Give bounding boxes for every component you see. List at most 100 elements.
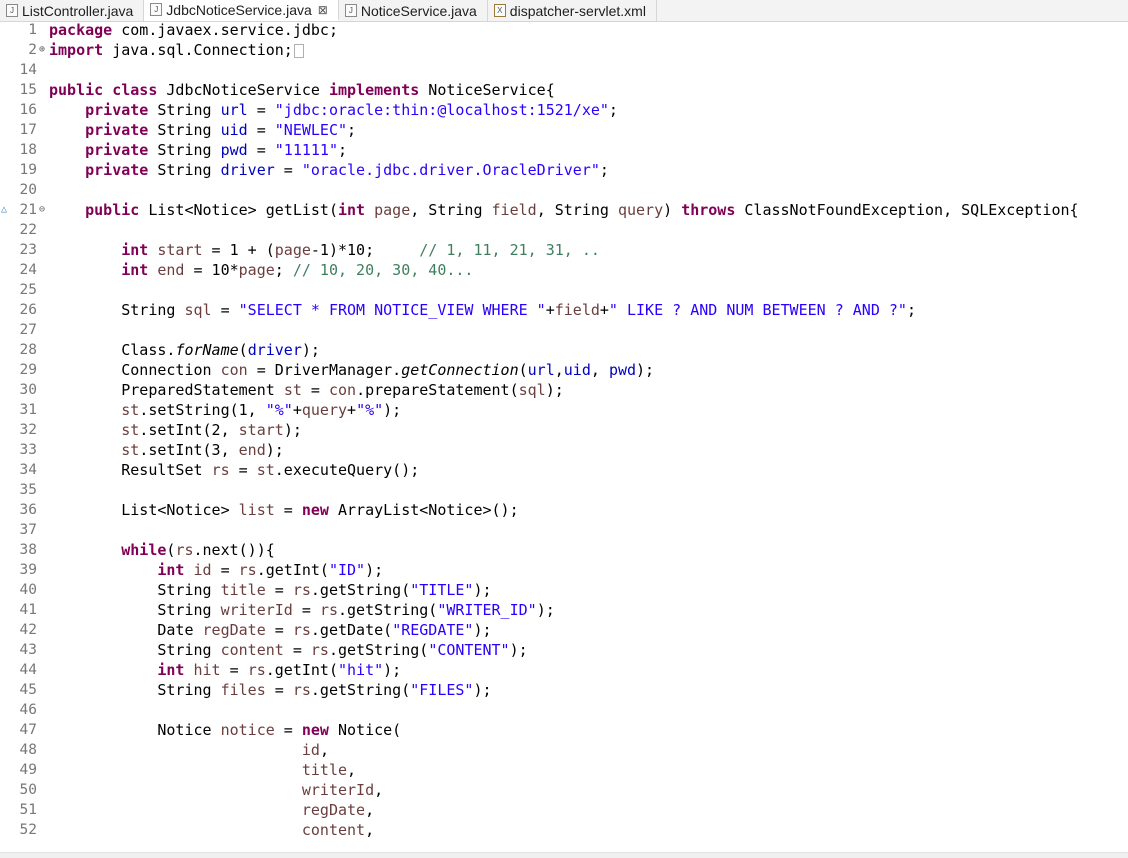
line-number: 32 [19, 422, 37, 438]
keyword-token: int [157, 561, 185, 579]
code-line[interactable]: 49 title, [0, 760, 1128, 780]
horizontal-scrollbar[interactable] [0, 852, 1128, 858]
code-editor[interactable]: 1 package com.javaex.service.jdbc; 2 ⊕ impor… [0, 22, 1128, 852]
code-line[interactable]: 15 public class JdbcNoticeService impleme… [0, 80, 1128, 100]
field-token: driver [220, 161, 275, 179]
code-line[interactable]: 36 List<Notice> list = new ArrayList<Not… [0, 500, 1128, 520]
code-line[interactable]: 21 △ ⊖ public List<Notice> getList(int pag… [0, 200, 1128, 220]
folded-code-indicator[interactable] [293, 43, 304, 58]
code-text: int end = 10*page; // 10, 20, 30, 40... [49, 260, 473, 280]
code-line[interactable]: 50 writerId, [0, 780, 1128, 800]
code-token: , [365, 821, 375, 839]
string-token: "CONTENT" [428, 641, 510, 659]
code-token: Date [49, 621, 203, 639]
keyword-token: package [49, 22, 113, 39]
code-token: .getDate( [310, 621, 393, 639]
keyword-token: implements [328, 81, 420, 99]
code-token: ); [473, 681, 492, 699]
code-line[interactable]: 31 st.setString(1, "%"+query+"%"); [0, 400, 1128, 420]
code-line[interactable]: 19 private String driver = "oracle.jdbc.… [0, 160, 1128, 180]
expand-fold-icon[interactable]: ⊕ [37, 40, 47, 60]
code-token: ); [509, 641, 528, 659]
variable-token: field [491, 201, 537, 219]
code-line[interactable]: 25 [0, 280, 1128, 300]
code-line[interactable]: 14 [0, 60, 1128, 80]
code-line[interactable]: 33 st.setInt(3, end); [0, 440, 1128, 460]
code-line[interactable]: 39 int id = rs.getInt("ID"); [0, 560, 1128, 580]
code-token: , String [410, 201, 492, 219]
code-line[interactable]: 45 String files = rs.getString("FILES"); [0, 680, 1128, 700]
keyword-token: new [301, 501, 329, 519]
code-token: Notice [49, 721, 221, 739]
tab-jdbc-notice-service[interactable]: J JdbcNoticeService.java ⊠ [144, 0, 339, 21]
line-number: 17 [19, 122, 37, 138]
code-line[interactable]: 16 private String url = "jdbc:oracle:thi… [0, 100, 1128, 120]
string-token: "ID" [328, 561, 366, 579]
code-token: .next()){ [193, 541, 275, 559]
line-number: 47 [19, 722, 37, 738]
code-line[interactable]: 48 id, [0, 740, 1128, 760]
variable-token: regDate [202, 621, 266, 639]
variable-token: writerId [220, 601, 293, 619]
code-line[interactable]: 40 String title = rs.getString("TITLE"); [0, 580, 1128, 600]
code-line[interactable]: 2 ⊕ import java.sql.Connection; [0, 40, 1128, 60]
code-line[interactable]: 17 private String uid = "NEWLEC"; [0, 120, 1128, 140]
line-number: 20 [19, 182, 37, 198]
code-line[interactable]: 26 String sql = "SELECT * FROM NOTICE_VI… [0, 300, 1128, 320]
tab-dispatcher-servlet[interactable]: X dispatcher-servlet.xml [488, 0, 657, 21]
keyword-token: private [85, 121, 149, 139]
variable-token: start [157, 241, 203, 259]
comment-token: // 1, 11, 21, 31, .. [419, 241, 600, 259]
code-line[interactable]: 38 while(rs.next()){ [0, 540, 1128, 560]
variable-token: st [121, 421, 140, 439]
variable-token: id [301, 741, 320, 759]
code-line[interactable]: 42 Date regDate = rs.getDate("REGDATE"); [0, 620, 1128, 640]
line-number: 33 [19, 442, 37, 458]
string-token: "NEWLEC" [274, 121, 348, 139]
code-token: com.javaex.service.jdbc; [112, 22, 338, 39]
code-line[interactable]: 32 st.setInt(2, start); [0, 420, 1128, 440]
code-line[interactable]: 46 [0, 700, 1128, 720]
code-line[interactable]: 35 [0, 480, 1128, 500]
code-token: ); [636, 361, 655, 379]
keyword-token: new [301, 721, 329, 739]
code-text: Connection con = DriverManager.getConnec… [49, 360, 654, 380]
code-line[interactable]: 27 [0, 320, 1128, 340]
code-token: + [292, 401, 302, 419]
code-text: public class JdbcNoticeService implement… [49, 80, 555, 100]
code-line[interactable]: 52 content, [0, 820, 1128, 840]
close-icon[interactable]: ⊠ [318, 3, 328, 17]
code-line[interactable]: 41 String writerId = rs.getString("WRITE… [0, 600, 1128, 620]
code-text: int id = rs.getInt("ID"); [49, 560, 383, 580]
code-line[interactable]: 43 String content = rs.getString("CONTEN… [0, 640, 1128, 660]
code-line[interactable]: 29 Connection con = DriverManager.getCon… [0, 360, 1128, 380]
tab-list-controller[interactable]: J ListController.java [0, 0, 145, 21]
code-line[interactable]: 28 Class.forName(driver); [0, 340, 1128, 360]
code-line[interactable]: 44 int hit = rs.getInt("hit"); [0, 660, 1128, 680]
code-line[interactable]: 47 Notice notice = new Notice( [0, 720, 1128, 740]
code-token: ); [283, 421, 302, 439]
comment-token: // 10, 20, 30, 40... [292, 261, 474, 279]
variable-token: notice [220, 721, 275, 739]
code-line[interactable]: 37 [0, 520, 1128, 540]
code-line[interactable]: 24 int end = 10*page; // 10, 20, 30, 40.… [0, 260, 1128, 280]
code-line[interactable]: 30 PreparedStatement st = con.prepareSta… [0, 380, 1128, 400]
code-token: ( [238, 341, 248, 359]
code-line[interactable]: 20 [0, 180, 1128, 200]
collapse-fold-icon[interactable]: ⊖ [37, 200, 47, 220]
code-line[interactable]: 1 package com.javaex.service.jdbc; [0, 22, 1128, 40]
code-line[interactable]: 22 [0, 220, 1128, 240]
code-line[interactable]: 18 private String pwd = "11111"; [0, 140, 1128, 160]
tab-notice-service[interactable]: J NoticeService.java [339, 0, 488, 21]
keyword-token: throws [681, 201, 736, 219]
code-line[interactable]: 34 ResultSet rs = st.executeQuery(); [0, 460, 1128, 480]
line-number: 46 [19, 702, 37, 718]
code-line[interactable]: 23 int start = 1 + (page-1)*10; // 1, 11… [0, 240, 1128, 260]
code-line[interactable]: 51 regDate, [0, 800, 1128, 820]
